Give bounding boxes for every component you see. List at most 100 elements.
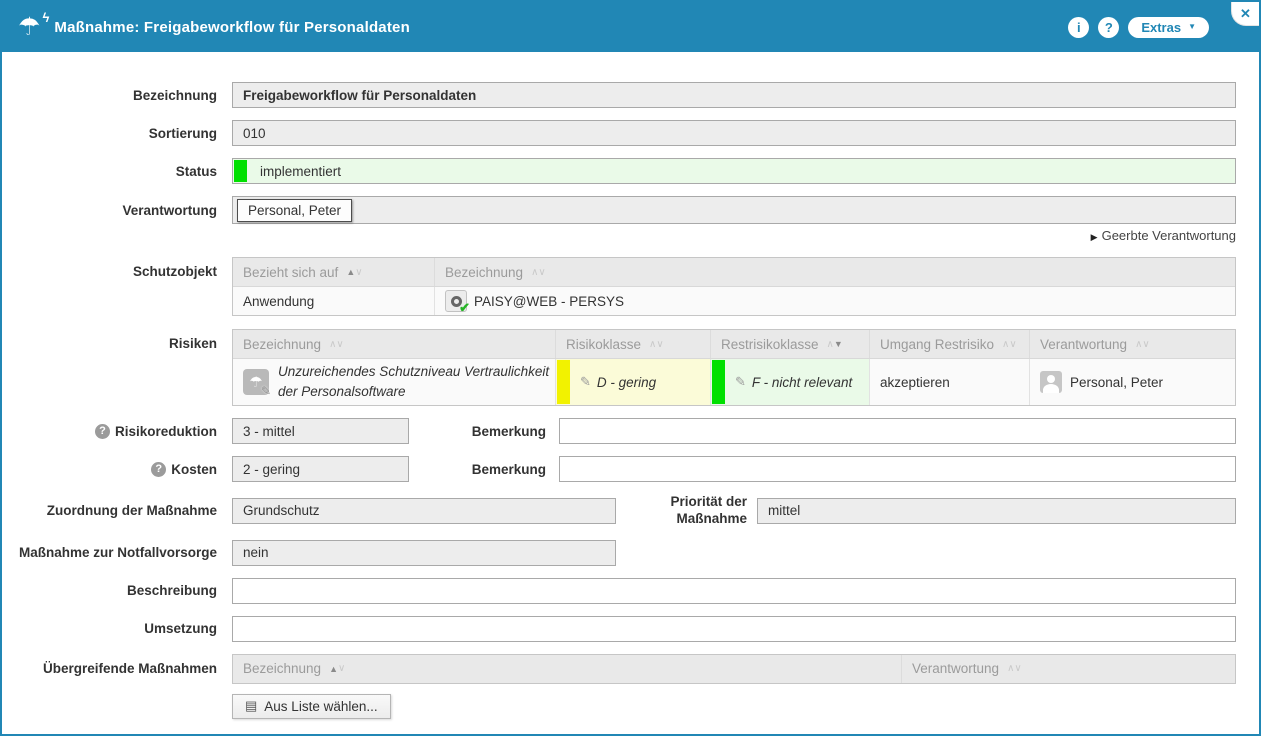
sort-asc-icon: ∧ (1135, 339, 1142, 350)
help-button[interactable]: ? (1098, 17, 1119, 38)
umgang-restrisiko-cell: akzeptieren (870, 359, 1030, 405)
sort-asc-icon: ∧ (329, 339, 336, 350)
geerbte-verantwortung-row: ▶Geerbte Verantwortung (2, 228, 1236, 243)
risiko-name-cell: ☂ ✎ Unzureichendes Schutzniveau Vertraul… (233, 359, 556, 405)
verantwortung-label: Verantwortung (2, 203, 232, 218)
column-bezieht-sich-auf[interactable]: Bezieht sich auf ▲∨ (233, 258, 435, 286)
bezeichnung-input[interactable] (232, 82, 1236, 108)
column-restrisikoklasse[interactable]: Restrisikoklasse ∧▼ (711, 330, 870, 358)
risikoklasse-value: D - gering (597, 375, 656, 390)
pencil-icon: ✎ (735, 374, 746, 390)
sortierung-input[interactable] (232, 120, 1236, 146)
sort-desc-icon: ∨ (1142, 339, 1149, 350)
risiko-row[interactable]: ☂ ✎ Unzureichendes Schutzniveau Vertraul… (233, 358, 1235, 405)
risikoreduktion-input[interactable] (232, 418, 409, 444)
column-uebergreifend-verantwortung[interactable]: Verantwortung ∧∨ (902, 655, 1235, 683)
person-icon (1040, 371, 1062, 393)
sort-desc-icon: ∨ (355, 267, 362, 278)
title-bar: ☂ϟ Maßnahme: Freigabeworkflow für Person… (2, 2, 1259, 52)
schutzobjekt-label: Schutzobjekt (2, 264, 232, 279)
sort-asc-icon: ▲ (346, 267, 355, 277)
page-title: Maßnahme: Freigabeworkflow für Personald… (54, 19, 410, 36)
list-icon: ▤ (245, 698, 257, 714)
prioritaet-label: Priorität der Maßnahme (616, 494, 757, 528)
question-icon[interactable]: ? (95, 424, 110, 439)
risikoklasse-color-swatch (557, 360, 570, 404)
notfallvorsorge-label: Maßnahme zur Notfallvorsorge (2, 545, 232, 560)
extras-button[interactable]: Extras ▼ (1128, 17, 1209, 38)
kosten-input[interactable] (232, 456, 409, 482)
umbrella-lightning-icon: ☂ϟ (18, 15, 40, 40)
risiken-table-header: Bezeichnung ∧∨ Risikoklasse ∧∨ Restrisik… (233, 330, 1235, 358)
prioritaet-input[interactable] (757, 498, 1236, 524)
info-button[interactable]: i (1068, 17, 1089, 38)
sort-asc-icon: ▲ (329, 664, 338, 674)
pencil-icon: ✎ (261, 384, 271, 398)
measure-dialog-window: ☂ϟ Maßnahme: Freigabeworkflow für Person… (0, 0, 1261, 736)
risk-umbrella-icon: ☂ ✎ (243, 369, 269, 395)
application-icon: ✔ (445, 290, 467, 312)
column-risiko-verantwortung[interactable]: Verantwortung ∧∨ (1030, 330, 1235, 358)
risiko-name: Unzureichendes Schutzniveau Vertraulichk… (278, 358, 555, 405)
sort-desc-icon: ∨ (338, 663, 345, 674)
umsetzung-label: Umsetzung (2, 621, 232, 636)
pencil-icon: ✎ (580, 374, 591, 390)
zuordnung-label: Zuordnung der Maßnahme (2, 503, 232, 518)
column-bezeichnung[interactable]: Bezeichnung ∧∨ (435, 258, 1235, 286)
schutzobjekt-type-cell: Anwendung (233, 287, 435, 315)
risiko-verantwortung-cell: Personal, Peter (1030, 359, 1235, 405)
extras-label: Extras (1141, 20, 1181, 35)
bezeichnung-label: Bezeichnung (2, 88, 232, 103)
question-icon[interactable]: ? (151, 462, 166, 477)
sort-desc-icon: ▼ (834, 339, 843, 349)
beschreibung-input[interactable] (232, 578, 1236, 604)
aus-liste-waehlen-button[interactable]: ▤ Aus Liste wählen... (232, 694, 391, 719)
risikoklasse-cell[interactable]: ✎ D - gering (556, 359, 711, 405)
sort-desc-icon: ∨ (336, 339, 343, 350)
status-color-swatch (234, 160, 247, 182)
column-uebergreifend-bezeichnung[interactable]: Bezeichnung ▲∨ (233, 655, 902, 683)
schutzobjekt-name-cell: ✔ PAISY@WEB - PERSYS (435, 287, 1235, 315)
kosten-label: ? Kosten (2, 462, 232, 477)
beschreibung-label: Beschreibung (2, 583, 232, 598)
aus-liste-waehlen-label: Aus Liste wählen... (264, 699, 377, 714)
umsetzung-input[interactable] (232, 616, 1236, 642)
schutzobjekt-table-header: Bezieht sich auf ▲∨ Bezeichnung ∧∨ (233, 258, 1235, 286)
zuordnung-input[interactable] (232, 498, 616, 524)
titlebar-actions: i ? Extras ▼ (1068, 17, 1243, 38)
restrisikoklasse-color-swatch (712, 360, 725, 404)
uebergreifende-table-header: Bezeichnung ▲∨ Verantwortung ∧∨ (233, 655, 1235, 683)
sort-asc-icon: ∧ (1002, 339, 1009, 350)
column-risiko-bezeichnung[interactable]: Bezeichnung ∧∨ (233, 330, 556, 358)
sort-desc-icon: ∨ (656, 339, 663, 350)
notfallvorsorge-input[interactable] (232, 540, 616, 566)
column-umgang-restrisiko[interactable]: Umgang Restrisiko ∧∨ (870, 330, 1030, 358)
status-value: implementiert (248, 159, 341, 183)
uebergreifende-label: Übergreifende Maßnahmen (2, 661, 232, 676)
risikoreduktion-label: ? Risikoreduktion (2, 424, 232, 439)
column-risikoklasse[interactable]: Risikoklasse ∧∨ (556, 330, 711, 358)
sort-asc-icon: ∧ (531, 267, 538, 278)
risiken-label: Risiken (2, 336, 232, 351)
schutzobjekt-name: PAISY@WEB - PERSYS (474, 294, 624, 309)
restrisikoklasse-cell[interactable]: ✎ F - nicht relevant (711, 359, 870, 405)
sort-asc-icon: ∧ (827, 339, 834, 350)
bemerkung1-input[interactable] (559, 418, 1236, 444)
verantwortung-chip[interactable]: Personal, Peter (237, 199, 352, 222)
schutzobjekt-row[interactable]: Anwendung ✔ PAISY@WEB - PERSYS (233, 286, 1235, 315)
sort-desc-icon: ∨ (538, 267, 545, 278)
schutzobjekt-table: Bezieht sich auf ▲∨ Bezeichnung ∧∨ Anwen… (232, 257, 1236, 316)
sort-asc-icon: ∧ (1007, 663, 1014, 674)
status-label: Status (2, 164, 232, 179)
geerbte-verantwortung-toggle[interactable]: ▶Geerbte Verantwortung (1091, 228, 1236, 243)
bemerkung2-input[interactable] (559, 456, 1236, 482)
status-field[interactable]: implementiert (232, 158, 1236, 184)
sort-asc-icon: ∧ (649, 339, 656, 350)
bemerkung1-label: Bemerkung (409, 424, 559, 439)
verantwortung-field[interactable]: Personal, Peter (232, 196, 1236, 224)
form-content: Bezeichnung Sortierung Status implementi… (2, 52, 1259, 719)
sort-desc-icon: ∨ (1009, 339, 1016, 350)
arrow-right-icon: ▶ (1091, 232, 1098, 242)
close-button[interactable]: ✕ (1232, 2, 1259, 25)
risiko-verantwortung-value: Personal, Peter (1070, 375, 1163, 390)
